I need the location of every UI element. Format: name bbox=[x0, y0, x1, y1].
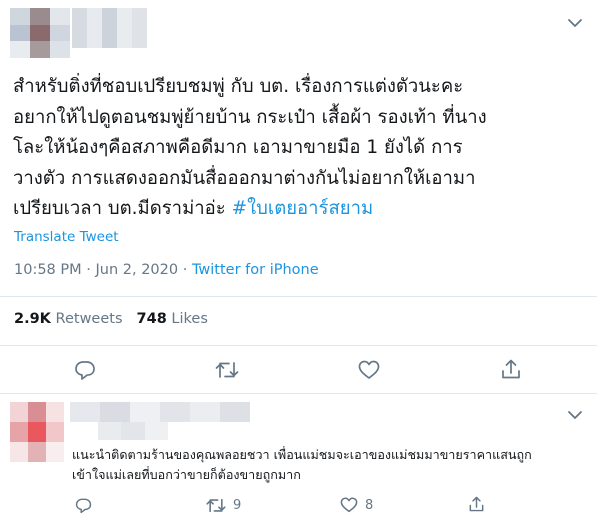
reply-button[interactable] bbox=[74, 359, 96, 381]
reply-text-line: แนะนำติดตามร้านของคุณพลอยชวา เพื่อนแม่ชม… bbox=[72, 447, 532, 462]
pixelation-block bbox=[144, 422, 168, 440]
retweet-icon bbox=[206, 498, 226, 513]
likes-count: 748 bbox=[136, 311, 167, 327]
share-icon bbox=[469, 496, 484, 512]
pixelation-block bbox=[10, 24, 30, 42]
tweet-text-line: โละให้น้องๆคือสภาพคือดีมาก เอามาขายมือ 1… bbox=[13, 137, 463, 158]
pixelation-block bbox=[50, 8, 70, 25]
reply-icon bbox=[75, 498, 92, 514]
pixelation-block bbox=[50, 41, 70, 58]
heart-icon bbox=[340, 497, 358, 513]
translate-tweet-link[interactable]: Translate Tweet bbox=[14, 229, 119, 245]
pixelation-block bbox=[117, 8, 132, 48]
hashtag-link[interactable]: #ใบเตยอาร์สยาม bbox=[232, 198, 374, 219]
reply-author-name-blurred[interactable] bbox=[70, 402, 250, 422]
heart-icon bbox=[358, 360, 380, 379]
pixelation-block bbox=[87, 8, 102, 48]
retweet-icon bbox=[215, 362, 239, 378]
tweet-text-line: อยากให้ไปดูตอนชมพู่ย้ายบ้าน กระเป๋า เสื้… bbox=[13, 106, 487, 128]
pixelation-block bbox=[132, 8, 147, 48]
retweets-label: Retweets bbox=[55, 311, 123, 327]
retweet-button[interactable] bbox=[215, 360, 239, 380]
pixelation-block bbox=[130, 402, 160, 422]
tweet-time[interactable]: 10:58 PM bbox=[14, 262, 82, 278]
tweet-date[interactable]: Jun 2, 2020 bbox=[95, 262, 178, 278]
reply-author-avatar[interactable] bbox=[10, 402, 64, 462]
reply-reply-button[interactable] bbox=[75, 497, 92, 514]
pixelation-block bbox=[100, 402, 130, 422]
tweet-metadata: 10:58 PM · Jun 2, 2020 · Twitter for iPh… bbox=[14, 262, 319, 278]
reply-like-button[interactable]: 8 bbox=[340, 497, 373, 513]
pixelation-block bbox=[10, 8, 30, 25]
author-name-blurred[interactable] bbox=[72, 8, 147, 48]
pixelation-block bbox=[46, 422, 64, 442]
pixelation-block bbox=[30, 8, 50, 25]
pixelation-block bbox=[10, 422, 28, 442]
reply-text: แนะนำติดตามร้านของคุณพลอยชวา เพื่อนแม่ชม… bbox=[72, 445, 587, 485]
pixelation-block bbox=[28, 402, 46, 422]
pixelation-block bbox=[46, 402, 64, 422]
tweet-text-line: วางตัว การแสดงออกมันสื่อออกมาต่างกันไม่อ… bbox=[13, 167, 476, 189]
tweet-text-line: สำหรับติ่งที่ชอบเปรียบชมพู่ กับ บต. เรื่… bbox=[13, 76, 464, 97]
likes-label: Likes bbox=[171, 311, 208, 327]
pixelation-block bbox=[50, 24, 70, 42]
pixelation-block bbox=[30, 24, 50, 42]
author-avatar[interactable] bbox=[10, 8, 70, 58]
meta-separator: · bbox=[178, 262, 192, 278]
pixelation-block bbox=[220, 402, 250, 422]
reply-icon bbox=[75, 361, 95, 380]
share-icon bbox=[502, 359, 520, 379]
reply-like-count: 8 bbox=[365, 497, 374, 513]
pixelation-block bbox=[160, 402, 190, 422]
reply-share-button[interactable] bbox=[468, 495, 485, 513]
pixelation-block bbox=[30, 41, 50, 58]
pixelation-block bbox=[10, 41, 30, 58]
retweets-count: 2.9K bbox=[14, 311, 51, 327]
pixelation-block bbox=[28, 422, 46, 442]
reply-text-line: เข้าใจแม่เลยที่บอกว่าขายก็ต้องขายถูกมาก bbox=[72, 467, 301, 482]
tweet-text: สำหรับติ่งที่ชอบเปรียบชมพู่ กับ บต. เรื่… bbox=[13, 72, 588, 225]
pixelation-block bbox=[70, 402, 100, 422]
pixelation-block bbox=[72, 8, 87, 48]
pixelation-block bbox=[121, 422, 145, 440]
pixelation-block bbox=[190, 402, 220, 422]
likes-stat[interactable]: 748 Likes bbox=[137, 311, 208, 327]
tweet-detail-view: สำหรับติ่งที่ชอบเปรียบชมพู่ กับ บต. เรื่… bbox=[0, 0, 597, 523]
pixelation-block bbox=[98, 422, 122, 440]
pixelation-block bbox=[10, 402, 28, 422]
engagement-stats: 2.9K Retweets 748 Likes bbox=[14, 311, 208, 327]
pixelation-block bbox=[102, 8, 117, 48]
chevron-down-icon[interactable] bbox=[566, 408, 584, 422]
chevron-down-icon[interactable] bbox=[566, 16, 584, 30]
divider bbox=[0, 296, 597, 297]
pixelation-block bbox=[28, 442, 46, 462]
meta-separator: · bbox=[81, 262, 96, 278]
tweet-text-line: เปรียบเวลา บต.มีดราม่าอ่ะ bbox=[13, 198, 232, 219]
retweets-stat[interactable]: 2.9K Retweets bbox=[14, 311, 123, 327]
pixelation-block bbox=[46, 442, 64, 462]
like-button[interactable] bbox=[358, 360, 380, 380]
tweet-source-link[interactable]: Twitter for iPhone bbox=[192, 262, 319, 278]
reply-retweet-button[interactable]: 9 bbox=[206, 497, 241, 514]
reply-author-handle-blurred[interactable] bbox=[98, 422, 168, 440]
divider bbox=[0, 393, 597, 394]
divider bbox=[0, 345, 597, 346]
reply-retweet-count: 9 bbox=[233, 498, 242, 513]
share-button[interactable] bbox=[500, 358, 522, 380]
pixelation-block bbox=[10, 442, 28, 462]
